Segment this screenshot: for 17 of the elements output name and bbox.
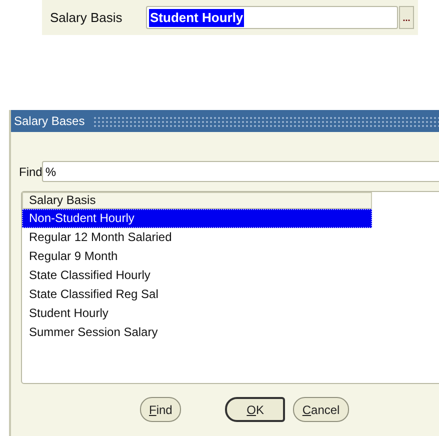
field-label: Salary Basis <box>50 8 124 27</box>
lookup-button[interactable]: ... <box>399 6 414 29</box>
input-field[interactable]: Student Hourly <box>146 6 398 29</box>
list-item[interactable]: Regular 12 Month Salaried <box>22 228 372 247</box>
find-label: Find <box>19 164 42 180</box>
find-field[interactable]: % <box>42 161 439 182</box>
list-item[interactable]: State Classified Hourly <box>22 266 372 285</box>
window-title: Salary Bases <box>14 113 85 130</box>
dialog-button[interactable]: Find <box>140 397 182 422</box>
list-item[interactable]: State Classified Reg Sal <box>22 285 372 304</box>
list-item[interactable]: Student Hourly <box>22 304 372 323</box>
list-item[interactable]: Summer Session Salary <box>22 323 372 342</box>
dialog-button[interactable]: OK <box>225 397 286 422</box>
list-item[interactable]: Regular 9 Month <box>22 247 372 266</box>
column-header: Salary Basis <box>22 192 372 209</box>
list-item[interactable]: Non-Student Hourly <box>22 209 372 228</box>
dialog-button[interactable]: Cancel <box>293 397 349 422</box>
